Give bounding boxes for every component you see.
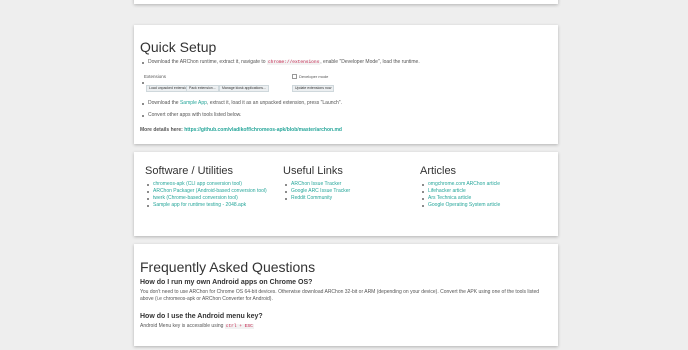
ars-technica-article-link[interactable]: Ars Technica article (428, 195, 471, 201)
faq-answer-1: You don't need to use ARChon for Chrome … (140, 289, 540, 302)
faq-question-2: How do I use the Android menu key? (140, 313, 263, 320)
quick-setup-card: Quick Setup Download the ARChon runtime,… (134, 25, 558, 144)
resources-card: Software / Utilities chromeos-apk (CLI a… (134, 152, 558, 236)
step1-post-text: , enable "Developer Mode", load the runt… (320, 59, 420, 65)
list-item[interactable]: Lifehacker article (420, 188, 500, 195)
faq-answer-2-text: Android Menu key is accessible using (140, 323, 224, 329)
list-item[interactable]: ARChon Issue Tracker (283, 181, 350, 188)
extensions-screenshot: Extensions Developer mode Load unpacked … (144, 72, 335, 94)
sample-app-link[interactable]: Sample App (180, 100, 207, 106)
menu-key-shortcut: ctrl + ESC (224, 324, 254, 329)
list-item[interactable]: twerk (Chrome-based conversion tool) (145, 195, 267, 202)
update-extensions-button: Update extensions now (292, 85, 335, 92)
omgchrome-article-link[interactable]: omgchrome.com ARChon article (428, 181, 500, 187)
list-item[interactable]: Ars Technica article (420, 195, 500, 202)
manage-kiosk-button: Manage kiosk applications... (219, 85, 269, 92)
setup-step-2: Download the Sample App, extract it, loa… (140, 100, 342, 107)
useful-links-list: ARChon Issue Tracker Google ARC Issue Tr… (283, 181, 350, 202)
extensions-url-code: chrome://extensions (266, 60, 321, 65)
twerk-link[interactable]: twerk (Chrome-based conversion tool) (153, 195, 238, 201)
checkbox-icon (292, 74, 297, 80)
setup-steps-top: Download the ARChon runtime, extract it,… (140, 59, 420, 66)
list-item[interactable]: Sample app for runtime testing - 2048.ap… (145, 202, 267, 209)
faq-title: Frequently Asked Questions (140, 259, 316, 275)
articles-title: Articles (420, 165, 457, 177)
google-arc-issue-tracker-link[interactable]: Google ARC Issue Tracker (291, 188, 350, 194)
archon-packager-link[interactable]: ARChon Packager (Android-based conversio… (153, 188, 267, 194)
list-item[interactable]: ARChon Packager (Android-based conversio… (145, 188, 267, 195)
articles-list: omgchrome.com ARChon article Lifehacker … (420, 181, 500, 209)
step2-text: Download the (148, 100, 179, 106)
lifehacker-article-link[interactable]: Lifehacker article (428, 188, 466, 194)
list-item[interactable]: chromeos-apk (CLI app conversion tool) (145, 181, 267, 188)
faq-card: Frequently Asked Questions How do I run … (134, 244, 558, 346)
list-item[interactable]: Google ARC Issue Tracker (283, 188, 350, 195)
software-utilities-title: Software / Utilities (145, 165, 234, 177)
faq-answer-2: Android Menu key is accessible using ctr… (140, 323, 550, 330)
more-details-label: More details here: (140, 127, 183, 133)
chromeos-apk-link[interactable]: chromeos-apk (CLI app conversion tool) (153, 181, 242, 187)
step2-post-text: , extract it, load it as an unpacked ext… (206, 100, 342, 106)
list-item[interactable]: Google Operating System article (420, 202, 500, 209)
setup-step-3: Convert other apps with tools listed bel… (140, 112, 342, 119)
reddit-community-link[interactable]: Reddit Community (291, 195, 332, 201)
pack-extension-button: Pack extension... (186, 85, 219, 92)
list-item[interactable]: omgchrome.com ARChon article (420, 181, 500, 188)
more-details: More details here: https://github.com/vl… (140, 127, 342, 134)
archon-issue-tracker-link[interactable]: ARChon Issue Tracker (291, 181, 341, 187)
useful-links-title: Useful Links (283, 165, 343, 177)
developer-mode-checkbox: Developer mode (292, 74, 328, 80)
setup-steps-bottom: Download the Sample App, extract it, loa… (140, 100, 342, 119)
software-utilities-list: chromeos-apk (CLI app conversion tool) A… (145, 181, 267, 209)
google-os-article-link[interactable]: Google Operating System article (428, 202, 500, 208)
sample-2048-link[interactable]: Sample app for runtime testing - 2048.ap… (153, 202, 246, 208)
quick-setup-title: Quick Setup (140, 39, 217, 55)
list-item[interactable]: Reddit Community (283, 195, 350, 202)
extensions-heading: Extensions (144, 74, 167, 79)
setup-step-1: Download the ARChon runtime, extract it,… (140, 59, 420, 66)
step1-text: Download the ARChon runtime, extract it,… (148, 59, 266, 65)
archon-docs-link[interactable]: https://github.com/vladikoff/chromeos-ap… (184, 127, 342, 133)
faq-question-1: How do I run my own Android apps on Chro… (140, 279, 313, 286)
previous-section-card (134, 0, 558, 4)
